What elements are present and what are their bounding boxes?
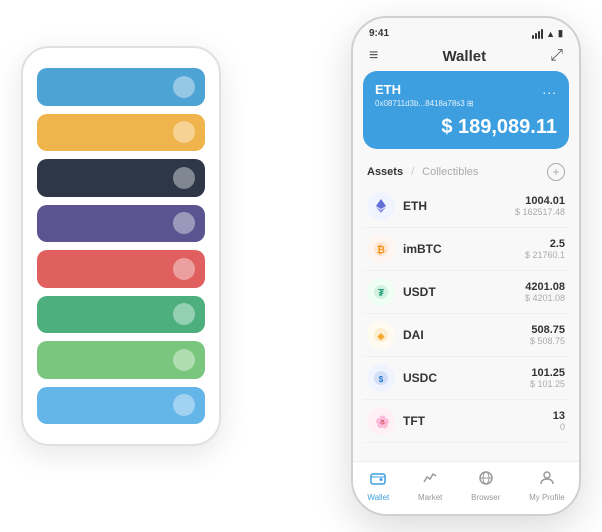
market-nav-label: Market	[418, 493, 442, 502]
menu-icon[interactable]: ≡	[369, 47, 378, 65]
browser-nav-icon	[478, 470, 494, 491]
dai-amount: 508.75	[530, 324, 565, 336]
asset-item-usdt[interactable]: ₮ USDT 4201.08 $ 4201.08	[363, 271, 569, 314]
card-strip-lightblue[interactable]	[37, 387, 205, 425]
status-icons: ▲ ▮	[532, 28, 563, 39]
imbtc-usd: $ 21760.1	[525, 250, 565, 260]
status-bar: 9:41 ▲ ▮	[353, 18, 579, 43]
asset-name-dai: DAI	[403, 328, 530, 342]
tab-assets[interactable]: Assets	[367, 166, 403, 178]
card-strip-purple[interactable]	[37, 205, 205, 243]
dai-icon: ◈	[367, 321, 395, 349]
signal-icon	[532, 29, 543, 39]
tab-divider: /	[411, 166, 414, 178]
card-dot	[173, 212, 195, 234]
card-strip-dark[interactable]	[37, 159, 205, 197]
eth-card-more[interactable]: ...	[542, 81, 557, 97]
eth-icon	[367, 192, 395, 220]
card-strip-lightgreen[interactable]	[37, 341, 205, 379]
bottom-nav: Wallet Market Browser	[353, 461, 579, 514]
eth-card[interactable]: ETH ... 0x08711d3b...8418a78s3 ⊞ $ 189,0…	[363, 71, 569, 149]
card-dot	[173, 349, 195, 371]
imbtc-amount: 2.5	[525, 238, 565, 250]
eth-amount: 1004.01	[515, 195, 565, 207]
bottom-nav-browser[interactable]: Browser	[471, 470, 500, 502]
bottom-nav-profile[interactable]: My Profile	[529, 470, 565, 502]
usdt-amount: 4201.08	[525, 281, 565, 293]
status-time: 9:41	[369, 28, 389, 39]
asset-values-usdc: 101.25 $ 101.25	[530, 367, 565, 389]
browser-nav-label: Browser	[471, 493, 500, 502]
asset-name-usdc: USDC	[403, 371, 530, 385]
eth-usd: $ 162517.48	[515, 207, 565, 217]
card-dot	[173, 303, 195, 325]
market-nav-icon	[422, 470, 438, 491]
usdt-usd: $ 4201.08	[525, 293, 565, 303]
asset-values-usdt: 4201.08 $ 4201.08	[525, 281, 565, 303]
profile-nav-icon	[539, 470, 555, 491]
asset-name-eth: ETH	[403, 199, 515, 213]
asset-item-usdc[interactable]: $ USDC 101.25 $ 101.25	[363, 357, 569, 400]
eth-address: 0x08711d3b...8418a78s3 ⊞	[375, 99, 557, 108]
assets-header: Assets / Collectibles +	[353, 157, 579, 185]
bottom-nav-market[interactable]: Market	[418, 470, 442, 502]
asset-name-usdt: USDT	[403, 285, 525, 299]
eth-balance: $ 189,089.11	[375, 116, 557, 139]
svg-text:$: $	[379, 375, 384, 384]
assets-tabs: Assets / Collectibles	[367, 166, 478, 178]
dai-usd: $ 508.75	[530, 336, 565, 346]
page-title: Wallet	[442, 48, 486, 65]
card-dot	[173, 258, 195, 280]
svg-text:🌸: 🌸	[375, 415, 389, 429]
bottom-nav-wallet[interactable]: Wallet	[367, 470, 389, 502]
wallet-nav-icon	[370, 470, 386, 491]
card-strip-green[interactable]	[37, 296, 205, 334]
asset-item-eth[interactable]: ETH 1004.01 $ 162517.48	[363, 185, 569, 228]
asset-values-dai: 508.75 $ 508.75	[530, 324, 565, 346]
card-dot	[173, 394, 195, 416]
battery-icon: ▮	[558, 28, 563, 39]
card-dot	[173, 167, 195, 189]
scene: 9:41 ▲ ▮ ≡ Wallet ⤢ ETH ...	[21, 16, 581, 516]
tab-collectibles[interactable]: Collectibles	[422, 166, 478, 178]
asset-values-tft: 13 0	[553, 410, 565, 432]
svg-text:₮: ₮	[378, 288, 384, 299]
card-strip-yellow[interactable]	[37, 114, 205, 152]
svg-text:◈: ◈	[377, 331, 386, 341]
card-strip-blue[interactable]	[37, 68, 205, 106]
card-strip-red[interactable]	[37, 250, 205, 288]
profile-nav-label: My Profile	[529, 493, 565, 502]
svg-text:₿: ₿	[377, 244, 385, 256]
phone-left	[21, 46, 221, 446]
imbtc-icon: ₿	[367, 235, 395, 263]
asset-values-eth: 1004.01 $ 162517.48	[515, 195, 565, 217]
wifi-icon: ▲	[546, 29, 555, 39]
asset-values-imbtc: 2.5 $ 21760.1	[525, 238, 565, 260]
eth-card-label: ETH	[375, 82, 401, 97]
usdc-usd: $ 101.25	[530, 379, 565, 389]
phone-right: 9:41 ▲ ▮ ≡ Wallet ⤢ ETH ...	[351, 16, 581, 516]
usdt-icon: ₮	[367, 278, 395, 306]
asset-name-tft: TFT	[403, 414, 553, 428]
card-dot	[173, 121, 195, 143]
tft-usd: 0	[553, 422, 565, 432]
add-asset-button[interactable]: +	[547, 163, 565, 181]
asset-item-dai[interactable]: ◈ DAI 508.75 $ 508.75	[363, 314, 569, 357]
tft-amount: 13	[553, 410, 565, 422]
asset-list: ETH 1004.01 $ 162517.48 ₿ imBTC 2.5 $ 21…	[353, 185, 579, 461]
asset-item-tft[interactable]: 🌸 TFT 13 0	[363, 400, 569, 443]
asset-item-imbtc[interactable]: ₿ imBTC 2.5 $ 21760.1	[363, 228, 569, 271]
wallet-nav-label: Wallet	[367, 493, 389, 502]
card-dot	[173, 76, 195, 98]
top-nav-bar: ≡ Wallet ⤢	[353, 43, 579, 71]
usdc-amount: 101.25	[530, 367, 565, 379]
tft-icon: 🌸	[367, 407, 395, 435]
usdc-icon: $	[367, 364, 395, 392]
expand-icon[interactable]: ⤢	[550, 47, 563, 65]
asset-name-imbtc: imBTC	[403, 242, 525, 256]
